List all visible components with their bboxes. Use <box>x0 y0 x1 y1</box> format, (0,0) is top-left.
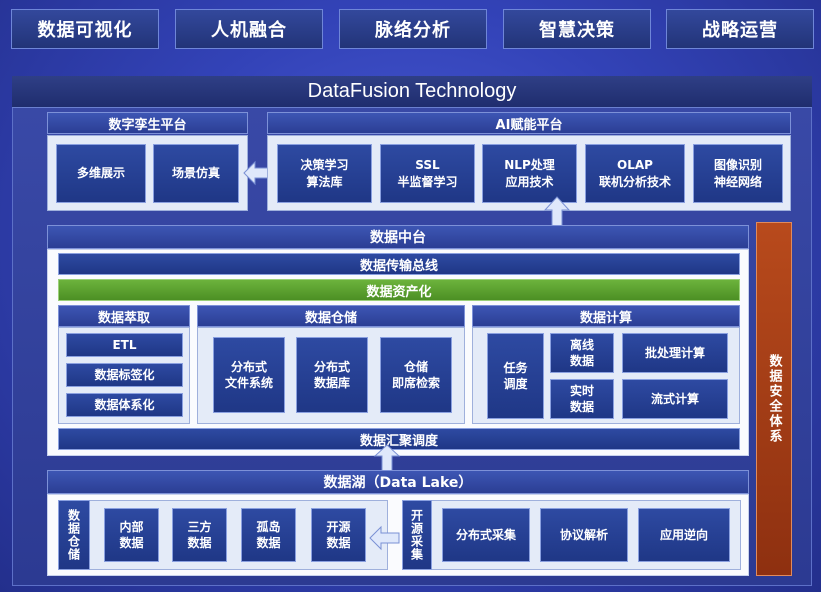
open-source-collect-label: 开源采集 <box>409 509 424 561</box>
ai-item-line1: 图像识别 <box>713 158 762 173</box>
island-data-box[interactable]: 孤岛 数据 <box>241 508 296 562</box>
warehouse-item-line2: 即席检索 <box>391 376 440 390</box>
ai-item-line2: 应用技术 <box>505 174 554 189</box>
stream-compute-box[interactable]: 流式计算 <box>622 379 728 419</box>
arrow-left-icon <box>369 525 400 551</box>
warehouse-item-line2: 文件系统 <box>224 376 273 390</box>
ai-platform-header: AI赋能平台 <box>267 112 791 134</box>
ai-item-line1: SSL <box>415 158 440 173</box>
nav-human-machine[interactable]: 人机融合 <box>175 9 323 49</box>
lake-item-line2: 数据 <box>256 536 281 550</box>
data-security-system[interactable]: 数据安全体系 <box>756 222 792 576</box>
ai-image-recognition-box[interactable]: 图像识别 神经网络 <box>693 144 783 203</box>
adhoc-retrieval-box[interactable]: 仓储 即席检索 <box>380 337 452 413</box>
warehouse-item-line1: 分布式 <box>230 359 267 374</box>
compute-item-line1: 任务 <box>503 360 528 375</box>
data-assets-bar[interactable]: 数据资产化 <box>58 279 740 301</box>
ai-item-line1: 决策学习 <box>300 158 349 173</box>
compute-header: 数据计算 <box>472 305 740 327</box>
compute-item-line2: 数据 <box>569 354 594 368</box>
lake-item-line1: 开源 <box>326 519 351 534</box>
third-party-data-box[interactable]: 三方 数据 <box>172 508 227 562</box>
compute-item-line1: 实时 <box>569 383 594 398</box>
protocol-parse-box[interactable]: 协议解析 <box>540 508 628 562</box>
warehouse-header: 数据仓储 <box>197 305 465 327</box>
etl-box[interactable]: ETL <box>66 333 183 357</box>
lake-item-line2: 数据 <box>119 536 144 550</box>
warehouse-item-line2: 数据库 <box>313 376 350 390</box>
nav-context-analysis[interactable]: 脉络分析 <box>339 9 487 49</box>
ai-ssl-box[interactable]: SSL 半监督学习 <box>380 144 475 203</box>
multi-dim-display-box[interactable]: 多维展示 <box>56 144 146 203</box>
data-middle-header: 数据中台 <box>47 225 749 249</box>
page-title: DataFusion Technology <box>12 76 812 108</box>
lake-item-line2: 数据 <box>326 536 351 550</box>
lake-item-line2: 数据 <box>187 536 212 550</box>
ai-item-line2: 神经网络 <box>713 174 762 189</box>
batch-compute-box[interactable]: 批处理计算 <box>622 333 728 373</box>
lake-item-line1: 内部 <box>119 519 144 534</box>
ai-item-line1: NLP处理 <box>504 158 555 173</box>
scene-simulation-box[interactable]: 场景仿真 <box>153 144 239 203</box>
compute-item-line1: 离线 <box>569 337 594 352</box>
warehouse-item-line1: 分布式 <box>313 359 350 374</box>
ai-item-line2: 算法库 <box>306 174 343 189</box>
ai-item-line1: OLAP <box>617 158 653 173</box>
app-reverse-box[interactable]: 应用逆向 <box>638 508 730 562</box>
ai-nlp-box[interactable]: NLP处理 应用技术 <box>482 144 577 203</box>
internal-data-box[interactable]: 内部 数据 <box>104 508 159 562</box>
warehouse-item-line1: 仓储 <box>403 359 428 374</box>
data-lake-header: 数据湖（Data Lake） <box>47 470 749 494</box>
offline-data-box[interactable]: 离线 数据 <box>550 333 614 373</box>
ai-item-line2: 联机分析技术 <box>598 174 671 189</box>
nav-data-visualization[interactable]: 数据可视化 <box>11 9 159 49</box>
ai-item-line2: 半监督学习 <box>397 174 458 189</box>
data-bus-bar[interactable]: 数据传输总线 <box>58 253 740 275</box>
nav-smart-decision[interactable]: 智慧决策 <box>503 9 651 49</box>
data-tagging-box[interactable]: 数据标签化 <box>66 363 183 387</box>
nav-strategy-ops[interactable]: 战略运营 <box>666 9 814 49</box>
dist-database-box[interactable]: 分布式 数据库 <box>296 337 368 413</box>
ai-olap-box[interactable]: OLAP 联机分析技术 <box>585 144 685 203</box>
compute-item-line2: 数据 <box>569 400 594 414</box>
ai-decision-learning-box[interactable]: 决策学习 算法库 <box>277 144 372 203</box>
compute-item-line2: 调度 <box>503 377 528 391</box>
lake-item-line1: 三方 <box>187 519 212 534</box>
data-systemization-box[interactable]: 数据体系化 <box>66 393 183 417</box>
realtime-data-box[interactable]: 实时 数据 <box>550 379 614 419</box>
extract-header: 数据萃取 <box>58 305 190 327</box>
distributed-collect-box[interactable]: 分布式采集 <box>442 508 530 562</box>
arrow-up-icon <box>373 444 401 473</box>
open-source-data-box[interactable]: 开源 数据 <box>311 508 366 562</box>
lake-warehouse-label: 数据仓储 <box>66 509 81 561</box>
task-schedule-box[interactable]: 任务 调度 <box>487 333 544 419</box>
dist-file-system-box[interactable]: 分布式 文件系统 <box>213 337 285 413</box>
lake-item-line1: 孤岛 <box>256 519 281 534</box>
twin-platform-header: 数字孪生平台 <box>47 112 248 134</box>
